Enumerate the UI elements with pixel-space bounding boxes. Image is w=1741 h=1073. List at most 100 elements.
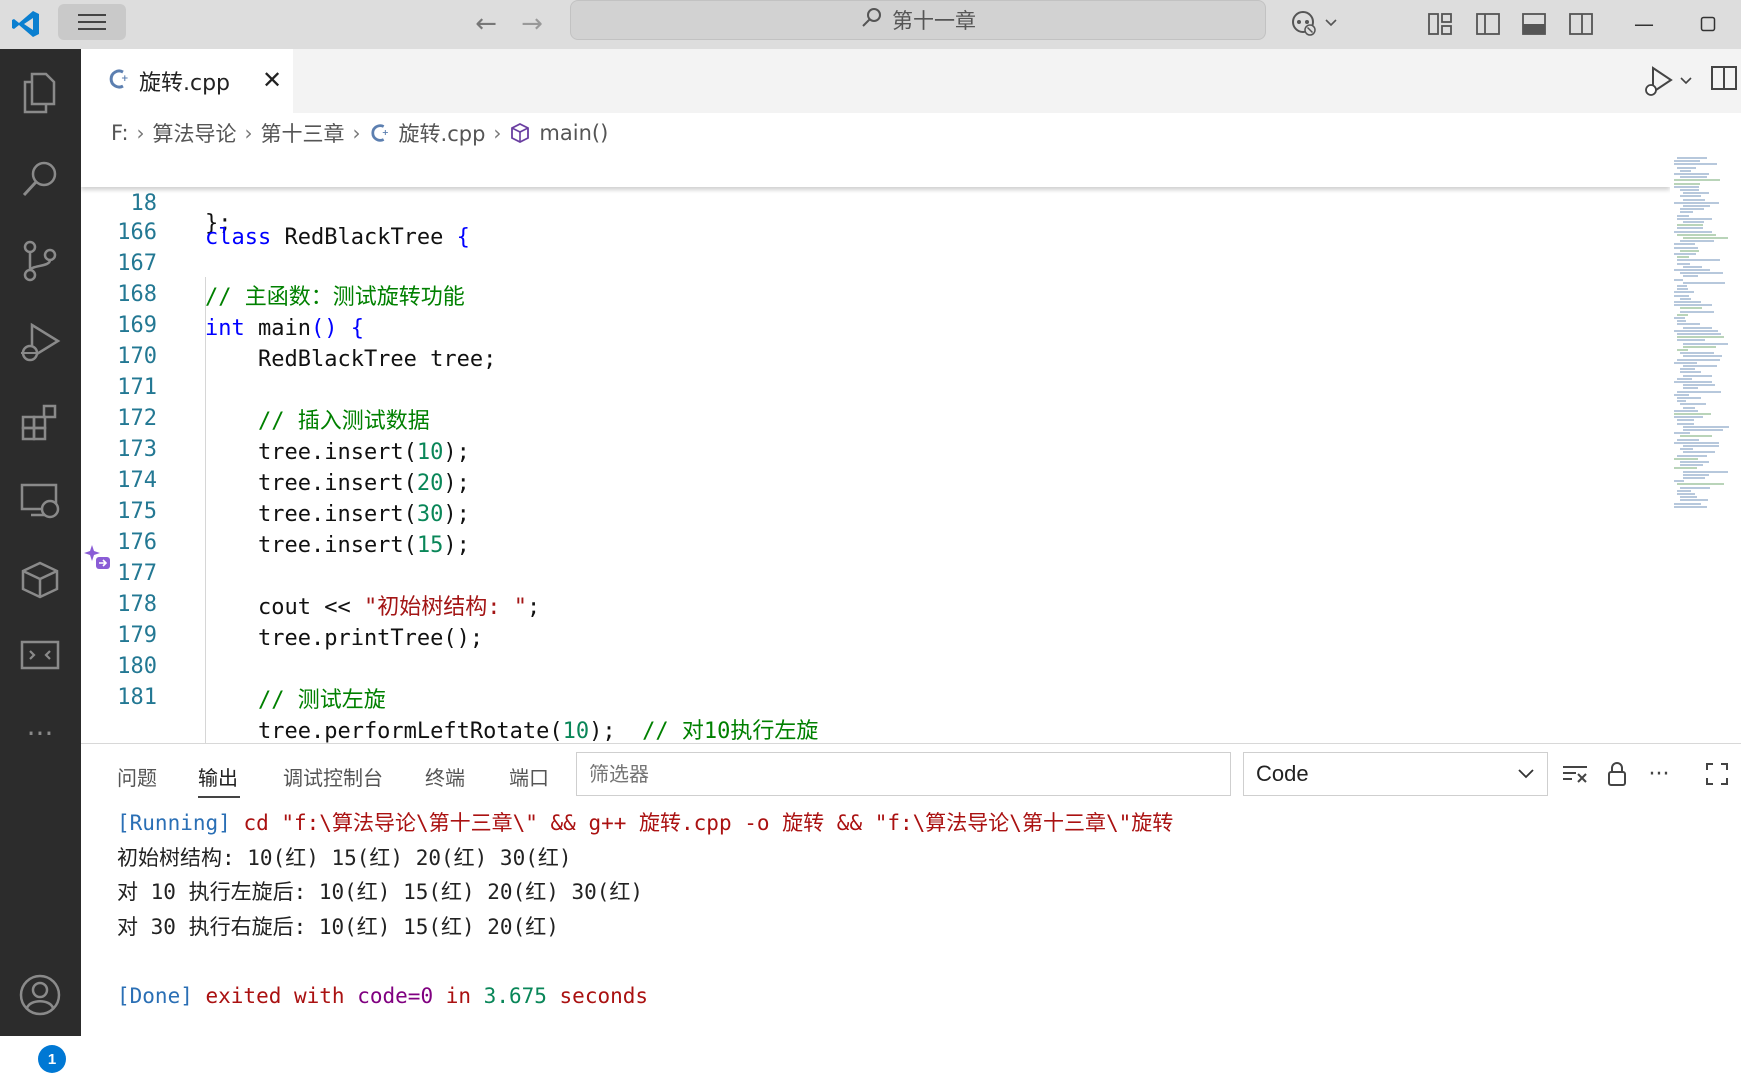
code-line-171[interactable]: 171 // 插入测试数据 <box>81 337 1670 434</box>
code-line-173[interactable]: 173 tree.insert(20); <box>81 399 1670 496</box>
toggle-sidebar-icon[interactable] <box>1472 8 1504 40</box>
code-line-172[interactable]: 172 tree.insert(10); <box>81 368 1670 465</box>
run-debug-icon[interactable] <box>14 317 66 369</box>
maximize-panel-icon[interactable] <box>1701 758 1733 790</box>
minimap-line <box>1674 329 1718 332</box>
output-filter-input[interactable] <box>576 752 1231 796</box>
line-number: 181 <box>117 685 157 710</box>
sticky-scroll-line[interactable]: 18 class RedBlackTree { <box>81 153 1670 250</box>
breadcrumb: F: › 算法导论 › 第十三章 › + 旋转.cpp › main() <box>81 113 1741 153</box>
minimap-line <box>1683 477 1705 479</box>
more-actions-icon[interactable]: ··· <box>1643 758 1675 790</box>
remote-explorer-icon[interactable] <box>14 475 66 527</box>
number-literal: 10 <box>562 719 590 743</box>
extensions-icon[interactable] <box>14 397 66 449</box>
minimap-line <box>1683 275 1698 278</box>
minimap-line <box>1674 246 1698 249</box>
minimap-line <box>1677 233 1716 236</box>
customize-layout-icon[interactable] <box>1424 8 1456 40</box>
containers-icon[interactable] <box>14 553 66 605</box>
line-number: 18 <box>130 191 158 216</box>
split-editor-icon[interactable] <box>1709 63 1741 99</box>
code-line-178[interactable]: 178 tree.printTree(); <box>81 554 1670 651</box>
toggle-panel-icon[interactable] <box>1518 8 1550 40</box>
arrow-right-icon[interactable]: → <box>514 6 550 42</box>
breadcrumb-drive[interactable]: F: <box>111 121 129 145</box>
minimap-line <box>1674 432 1691 435</box>
minimap-line <box>1680 403 1707 406</box>
minimap-line <box>1683 237 1729 239</box>
code-line-169[interactable]: 169 RedBlackTree tree; <box>81 275 1670 372</box>
breadcrumb-symbol[interactable]: main() <box>539 121 608 145</box>
keyword: class <box>205 225 272 250</box>
tab-output[interactable]: 输出 <box>198 762 238 791</box>
code-line-181[interactable]: 181 tree.performLeftRotate(10); // 对10执行… <box>81 647 1670 743</box>
output-channel-select[interactable]: Code <box>1243 752 1548 796</box>
code-line-174[interactable]: 174 tree.insert(30); <box>81 430 1670 527</box>
minimap-line <box>1680 208 1705 211</box>
menu-icon[interactable] <box>58 4 126 40</box>
toggle-secondary-sidebar-icon[interactable] <box>1565 8 1597 40</box>
remote-window-icon[interactable] <box>14 629 66 681</box>
accounts-icon[interactable] <box>14 969 66 1021</box>
close-icon[interactable]: ✕ <box>257 65 287 95</box>
source-control-icon[interactable] <box>14 235 66 287</box>
minimap-line <box>1683 473 1709 476</box>
minimap-line <box>1680 272 1723 275</box>
minimap-line <box>1677 166 1697 169</box>
minimap-line <box>1674 278 1683 281</box>
search-icon[interactable] <box>14 153 66 205</box>
code-line-170[interactable]: 170 <box>81 306 1670 369</box>
code-line-177[interactable]: 177 cout << "初始树结构: "; <box>81 523 1670 620</box>
tab-ports[interactable]: 端口 <box>509 762 549 791</box>
brace: { <box>456 225 470 250</box>
minimap-line <box>1677 390 1721 393</box>
tab-problems[interactable]: 问题 <box>117 762 157 791</box>
maximize-icon[interactable] <box>1690 8 1726 40</box>
symbol-method-icon <box>509 122 531 144</box>
explorer-icon[interactable] <box>14 67 66 119</box>
clear-output-icon[interactable] <box>1559 758 1591 790</box>
copilot-icon[interactable] <box>1280 4 1346 42</box>
output-channel-value: Code <box>1256 761 1309 786</box>
code-line-176[interactable]: 176 <box>81 492 1670 555</box>
minimap-line <box>1674 409 1698 412</box>
minimap-line <box>1674 230 1712 233</box>
minimap-line <box>1674 413 1712 415</box>
minimap-line <box>1683 387 1699 390</box>
minimap-line <box>1680 310 1714 313</box>
code-editor[interactable]: 18 class RedBlackTree { }; 166 167 // 主函… <box>81 153 1670 743</box>
minimap-line <box>1674 317 1685 319</box>
tab-terminal[interactable]: 终端 <box>425 762 465 791</box>
minimap-line <box>1680 249 1699 252</box>
code-line-166[interactable]: 166 <box>81 182 1670 245</box>
breadcrumb-folder-chapter[interactable]: 第十三章 <box>261 118 345 148</box>
code-line-179[interactable]: 179 <box>81 585 1670 648</box>
code-text: tree.performLeftRotate( <box>205 719 563 743</box>
minimap-line <box>1674 291 1694 294</box>
tab-debug-console[interactable]: 调试控制台 <box>283 762 383 791</box>
code-line-175[interactable]: 175 tree.insert(15); <box>81 461 1670 558</box>
breadcrumb-file[interactable]: 旋转.cpp <box>399 118 486 148</box>
minimap-line <box>1683 326 1713 329</box>
minimap[interactable] <box>1670 153 1741 523</box>
more-icon[interactable]: ··· <box>14 707 66 759</box>
minimap-line <box>1677 323 1701 326</box>
output-content[interactable]: [Running] cd "f:\算法导论\第十三章\" && g++ 旋转.c… <box>117 806 1717 1013</box>
arrow-left-icon[interactable]: ← <box>468 6 504 42</box>
minimap-line <box>1683 265 1702 268</box>
minimap-line <box>1677 333 1722 335</box>
minimap-line <box>1683 198 1706 201</box>
minimap-line <box>1674 441 1719 444</box>
run-code-button[interactable] <box>1641 63 1701 99</box>
copilot-sparkle-icon[interactable] <box>83 543 113 573</box>
minimap-line <box>1677 224 1703 227</box>
code-line-180[interactable]: 180 // 测试左旋 <box>81 616 1670 713</box>
minimap-line <box>1677 483 1725 486</box>
lock-icon[interactable] <box>1601 758 1633 790</box>
breadcrumb-folder-algorithms[interactable]: 算法导论 <box>153 118 237 148</box>
minimap-line <box>1680 435 1712 438</box>
minimize-icon[interactable]: — <box>1626 8 1662 40</box>
command-center-search[interactable]: 第十一章 <box>570 0 1266 40</box>
minimap-line <box>1677 438 1700 441</box>
